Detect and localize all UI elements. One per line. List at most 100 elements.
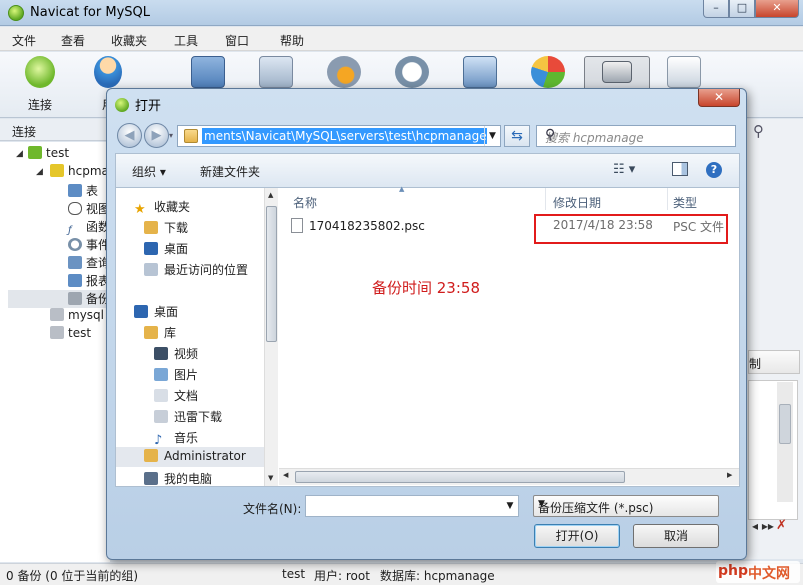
- help-icon[interactable]: ?: [706, 162, 722, 178]
- new-folder-button[interactable]: 新建文件夹: [200, 163, 260, 180]
- cancel-button[interactable]: 取消: [633, 524, 719, 548]
- filetype-select[interactable]: 备份压缩文件 (*.psc) ▼: [533, 495, 719, 517]
- menu-view[interactable]: 查看: [61, 32, 85, 49]
- scroll-right-icon[interactable]: ▶: [727, 471, 732, 479]
- tree-item-reports[interactable]: 报表: [68, 272, 110, 290]
- address-path[interactable]: ments\Navicat\MySQL\servers\test\hcpmana…: [202, 128, 487, 144]
- search-icon[interactable]: ⚲: [753, 122, 764, 140]
- open-button[interactable]: 打开(O): [534, 524, 620, 548]
- dialog-title: 打开: [115, 95, 161, 114]
- maximize-button[interactable]: □: [729, 0, 755, 18]
- tree-item-mysql[interactable]: mysql: [50, 308, 104, 326]
- scroll-down-icon[interactable]: ▼: [268, 474, 273, 482]
- column-modified[interactable]: 修改日期: [553, 194, 601, 211]
- nav-item-desktop-root[interactable]: 桌面: [134, 303, 178, 321]
- scrollbar-thumb[interactable]: [266, 206, 277, 342]
- object-tab[interactable]: 制: [748, 350, 800, 374]
- chevron-down-icon[interactable]: ▼: [484, 126, 500, 146]
- function-icon: [327, 56, 361, 88]
- chevron-down-icon[interactable]: ▼: [502, 496, 518, 516]
- collapse-icon[interactable]: ◢: [16, 149, 23, 159]
- menu-file[interactable]: 文件: [12, 32, 36, 49]
- organize-button[interactable]: 组织 ▾: [132, 163, 166, 180]
- scrollbar-thumb[interactable]: [295, 471, 625, 483]
- nav-item-label: 我的电脑: [164, 472, 213, 486]
- nav-item-desktop[interactable]: 桌面: [144, 240, 188, 258]
- column-name[interactable]: 名称: [293, 194, 317, 211]
- status-connection: test: [282, 567, 306, 581]
- scroll-up-icon[interactable]: ▲: [268, 191, 273, 199]
- nav-item-pictures[interactable]: 图片: [154, 366, 198, 384]
- function-tool[interactable]: [316, 56, 372, 88]
- tree-item-functions[interactable]: ƒ 函数: [68, 218, 110, 236]
- scrollbar-thumb[interactable]: [779, 404, 791, 444]
- dialog-close-button[interactable]: ✕: [698, 89, 740, 107]
- preview-pane-icon[interactable]: [672, 162, 688, 176]
- nav-item-label: 桌面: [164, 242, 189, 256]
- nav-item-downloads[interactable]: 下载: [144, 219, 188, 237]
- desktop-icon: [144, 242, 158, 255]
- report-tool[interactable]: [520, 56, 576, 88]
- file-list-hscrollbar[interactable]: ◀ ▶: [279, 468, 739, 485]
- nav-item-music[interactable]: ♪ 音乐: [154, 429, 198, 448]
- nav-item-administrator[interactable]: Administrator: [116, 447, 264, 467]
- nav-item-computer[interactable]: 我的电脑: [144, 470, 212, 486]
- address-bar[interactable]: ments\Navicat\MySQL\servers\test\hcpmana…: [177, 125, 501, 147]
- documents-icon: [154, 389, 168, 402]
- database-icon: [50, 164, 64, 177]
- refresh-button[interactable]: ⇆: [504, 125, 530, 147]
- tree-item-test-connection[interactable]: test: [28, 146, 69, 164]
- nav-item-thunder-downloads[interactable]: 迅雷下载: [154, 408, 222, 426]
- tree-item-tables[interactable]: 表: [68, 182, 98, 200]
- column-divider[interactable]: [545, 188, 546, 210]
- navigation-scrollbar[interactable]: ▲ ▼: [264, 188, 278, 486]
- menu-tools[interactable]: 工具: [174, 32, 198, 49]
- column-divider[interactable]: [667, 188, 668, 210]
- search-input[interactable]: 搜索 hcpmanage ⚲: [536, 125, 736, 147]
- nav-item-label: 迅雷下载: [174, 410, 223, 424]
- column-type[interactable]: 类型: [673, 194, 697, 211]
- navigation-arrows-icon[interactable]: ◂ ▸▸: [752, 519, 774, 533]
- tools-icon[interactable]: ✗: [776, 518, 787, 533]
- menu-help[interactable]: 帮助: [280, 32, 304, 49]
- menu-favorites[interactable]: 收藏夹: [111, 32, 147, 49]
- nav-item-libraries[interactable]: 库: [144, 324, 176, 342]
- dialog-title-text: 打开: [135, 99, 162, 114]
- tree-item-events[interactable]: 事件: [68, 236, 110, 254]
- tree-item-test-db[interactable]: test: [50, 326, 91, 344]
- menu-window[interactable]: 窗口: [225, 32, 249, 49]
- filename-input[interactable]: ▼: [305, 495, 519, 517]
- nav-item-recent-places[interactable]: 最近访问的位置: [144, 261, 248, 279]
- collapse-icon[interactable]: ◢: [36, 167, 43, 177]
- sort-indicator-icon: ▲: [399, 185, 405, 193]
- minimize-button[interactable]: –: [703, 0, 729, 18]
- back-button[interactable]: ◀: [117, 123, 142, 148]
- object-list-scrollbar[interactable]: [777, 382, 793, 502]
- event-tool[interactable]: [384, 56, 440, 88]
- tree-item-queries[interactable]: 查询: [68, 254, 110, 272]
- nav-item-favorites[interactable]: ★ 收藏夹: [134, 198, 190, 217]
- tree-item-backups[interactable]: 备份: [8, 290, 110, 308]
- forward-button[interactable]: ▶: [144, 123, 169, 148]
- star-icon: ★: [134, 202, 146, 217]
- view-tool[interactable]: [248, 56, 304, 88]
- chevron-down-icon: ▼: [538, 499, 545, 509]
- history-navigation: ◀ ▶: [117, 123, 173, 149]
- recent-locations-icon[interactable]: ▾: [169, 131, 173, 140]
- file-row[interactable]: 170418235802.psc: [291, 218, 425, 233]
- navigation-pane: ★ 收藏夹 下载 桌面 最近访问的位置 桌面 库 视频 图片 文档 迅雷下载 ♪ 音…: [116, 188, 264, 486]
- table-tool[interactable]: [180, 56, 236, 88]
- connect-tool[interactable]: 连接: [12, 56, 68, 113]
- database-icon: [50, 326, 64, 339]
- nav-item-videos[interactable]: 视频: [154, 345, 198, 363]
- backup-time-annotation: 备份时间 23:58: [372, 279, 480, 297]
- query-tool[interactable]: [452, 56, 508, 88]
- scroll-left-icon[interactable]: ◀: [283, 471, 288, 479]
- nav-item-documents[interactable]: 文档: [154, 387, 198, 405]
- close-button[interactable]: ✕: [755, 0, 799, 18]
- schedule-tool[interactable]: [656, 56, 712, 88]
- command-bar: 组织 ▾ 新建文件夹 ☷ ▾ ?: [115, 153, 740, 187]
- clock-icon: [68, 238, 82, 251]
- tree-item-views[interactable]: 视图: [68, 200, 110, 218]
- view-options-icon[interactable]: ☷ ▾: [613, 162, 635, 177]
